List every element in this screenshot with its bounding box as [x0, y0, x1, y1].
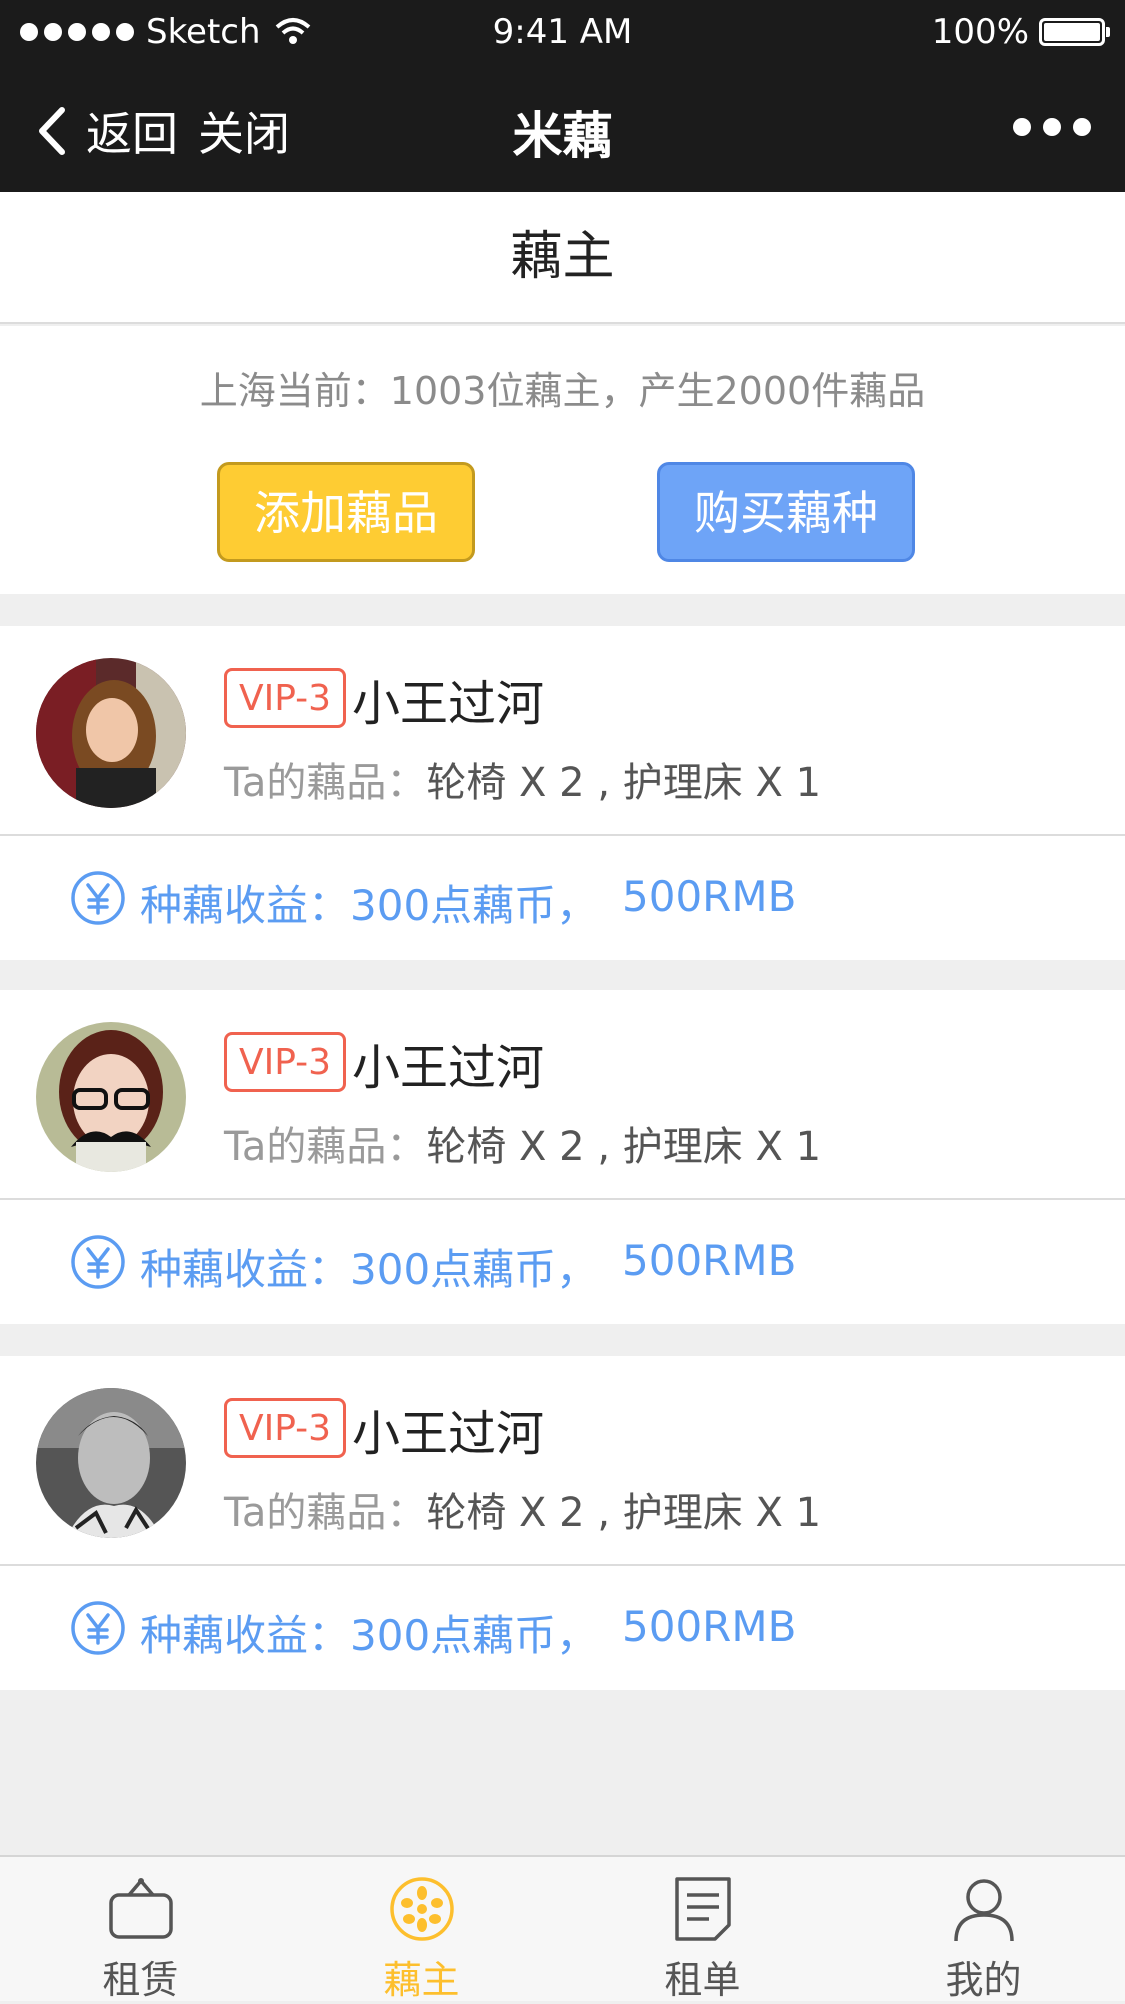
owner-items: Ta的藕品：轮椅 X 2 , 护理床 X 1 — [224, 750, 821, 808]
vip-badge: VIP-3 — [224, 668, 347, 728]
buy-seed-button[interactable]: 购买藕种 — [657, 462, 915, 562]
summary-panel: 上海当前：1003位藕主，产生2000件藕品 添加藕品 购买藕种 — [0, 326, 1125, 594]
add-item-button[interactable]: 添加藕品 — [217, 462, 475, 562]
owner-card[interactable]: VIP-3 小王过河 Ta的藕品：轮椅 X 2 , 护理床 X 1 种藕收益：3… — [0, 626, 1125, 960]
battery-indicator: 100% — [931, 12, 1110, 52]
items-label: Ta的藕品： — [224, 1490, 427, 1536]
earnings-text: 种藕收益：300点藕币， — [140, 1611, 599, 1660]
owner-items: Ta的藕品：轮椅 X 2 , 护理床 X 1 — [224, 1480, 821, 1538]
owner-card[interactable]: VIP-3 小王过河 Ta的藕品：轮椅 X 2 , 护理床 X 1 种藕收益：3… — [0, 990, 1125, 1324]
avatar — [36, 1022, 186, 1172]
tab-rental[interactable]: 租赁 — [0, 1857, 281, 2003]
yen-icon — [71, 1601, 125, 1655]
earnings-row: 种藕收益：300点藕币， 500RMB — [0, 1566, 1125, 1690]
owner-name: 小王过河 — [352, 676, 545, 732]
nav-bar: 返回 关闭 米藕 — [0, 64, 1125, 192]
owner-info: VIP-3 小王过河 Ta的藕品：轮椅 X 2 , 护理床 X 1 — [0, 626, 1125, 836]
owner-items: Ta的藕品：轮椅 X 2 , 护理床 X 1 — [224, 1114, 821, 1172]
earnings-text: 种藕收益：300点藕币， — [140, 1245, 599, 1294]
earnings-rmb: 500RMB — [622, 1602, 797, 1651]
owner-info: VIP-3 小王过河 Ta的藕品：轮椅 X 2 , 护理床 X 1 — [0, 1356, 1125, 1566]
avatar — [36, 1388, 186, 1538]
items-label: Ta的藕品： — [224, 1124, 427, 1170]
status-bar: Sketch 9:41 AM 100% — [0, 0, 1125, 64]
yen-icon — [71, 1235, 125, 1289]
lotus-root-icon — [390, 1877, 454, 1941]
owner-name: 小王过河 — [352, 1040, 545, 1096]
tab-label: 我的 — [945, 1958, 1022, 2002]
yen-icon — [71, 871, 125, 925]
battery-icon — [1039, 18, 1110, 46]
items-value: 轮椅 X 2 , 护理床 X 1 — [426, 760, 822, 806]
owner-name: 小王过河 — [352, 1406, 545, 1462]
items-value: 轮椅 X 2 , 护理床 X 1 — [426, 1490, 822, 1536]
tab-label: 租赁 — [102, 1958, 179, 2002]
tab-label: 租单 — [664, 1958, 741, 2002]
nav-title: 米藕 — [512, 107, 613, 165]
tab-label: 藕主 — [383, 1958, 460, 2002]
earnings-row: 种藕收益：300点藕币， 500RMB — [0, 1200, 1125, 1324]
tab-bar: 租赁 藕主 租单 我的 — [0, 1855, 1125, 2003]
vip-badge: VIP-3 — [224, 1398, 347, 1458]
avatar — [36, 658, 186, 808]
owner-card[interactable]: VIP-3 小王过河 Ta的藕品：轮椅 X 2 , 护理床 X 1 种藕收益：3… — [0, 1356, 1125, 1690]
items-label: Ta的藕品： — [224, 760, 427, 806]
page-title: 藕主 — [0, 192, 1125, 324]
earnings-rmb: 500RMB — [622, 1236, 797, 1285]
tab-profile[interactable]: 我的 — [843, 1857, 1124, 2003]
more-icon[interactable] — [1013, 118, 1091, 136]
battery-percent: 100% — [931, 12, 1029, 52]
owner-info: VIP-3 小王过河 Ta的藕品：轮椅 X 2 , 护理床 X 1 — [0, 990, 1125, 1200]
bag-icon — [109, 1878, 173, 1939]
tab-orders[interactable]: 租单 — [562, 1857, 843, 2003]
order-list-icon — [675, 1877, 731, 1941]
earnings-rmb: 500RMB — [622, 872, 797, 921]
tab-owner[interactable]: 藕主 — [281, 1857, 562, 2003]
vip-badge: VIP-3 — [224, 1032, 347, 1092]
user-icon — [954, 1879, 1014, 1942]
items-value: 轮椅 X 2 , 护理床 X 1 — [426, 1124, 822, 1170]
earnings-row: 种藕收益：300点藕币， 500RMB — [0, 836, 1125, 960]
earnings-text: 种藕收益：300点藕币， — [140, 881, 599, 930]
summary-text: 上海当前：1003位藕主，产生2000件藕品 — [199, 369, 926, 413]
